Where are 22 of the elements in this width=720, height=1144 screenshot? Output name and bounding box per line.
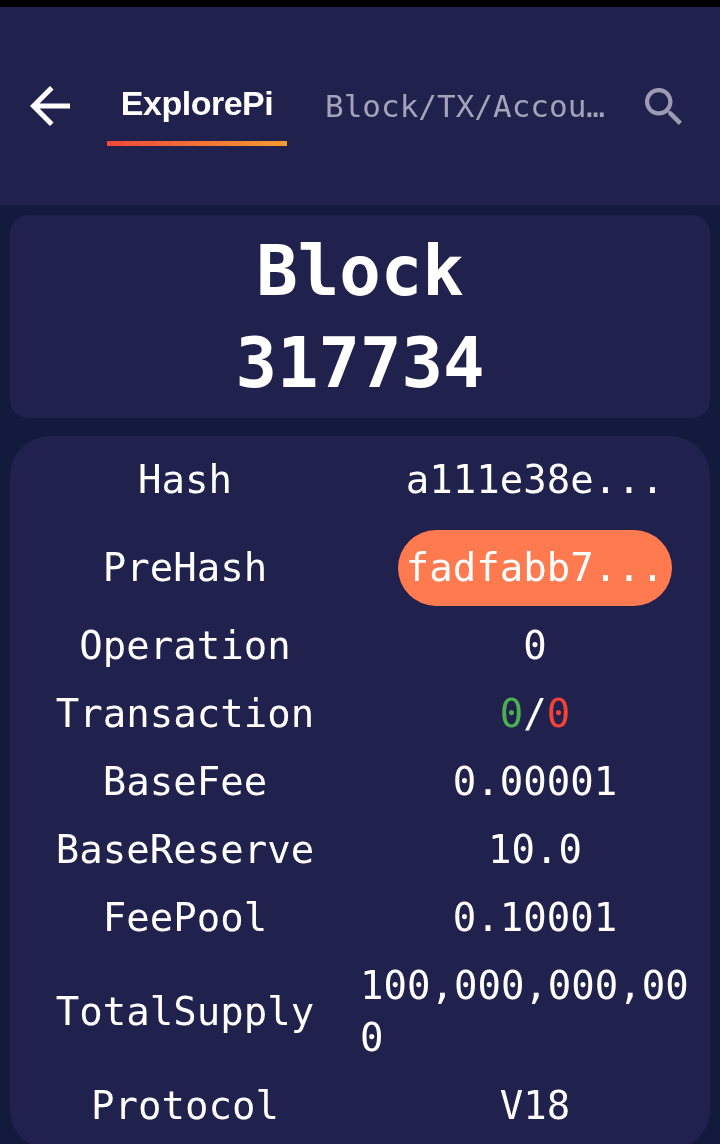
detail-label: Transaction [55, 691, 315, 736]
back-arrow-icon[interactable] [30, 86, 70, 126]
hash-link[interactable]: a111e38e... [397, 442, 673, 518]
detail-value: 0.00001 [452, 758, 618, 806]
detail-value: 0.10001 [452, 894, 618, 942]
transaction-counts: 0/0 [499, 690, 571, 738]
detail-label: TotalSupply [55, 989, 315, 1034]
search-icon[interactable] [645, 87, 682, 125]
search-field[interactable]: Block/TX/Accou… [325, 84, 615, 128]
detail-label: BaseReserve [55, 827, 315, 872]
detail-value: 10.0 [488, 826, 582, 874]
detail-label: PreHash [102, 545, 268, 590]
block-title: Block [256, 230, 464, 313]
block-number: 317734 [235, 322, 485, 405]
detail-label: Protocol [91, 1083, 279, 1128]
detail-value: 100,000,000,000 [360, 962, 690, 1062]
detail-value: V18 [499, 1082, 571, 1130]
detail-label: Hash [138, 457, 232, 502]
detail-value: 0 [523, 622, 547, 670]
detail-label: Operation [79, 623, 291, 668]
detail-label: FeePool [102, 895, 268, 940]
detail-label: BaseFee [102, 759, 268, 804]
